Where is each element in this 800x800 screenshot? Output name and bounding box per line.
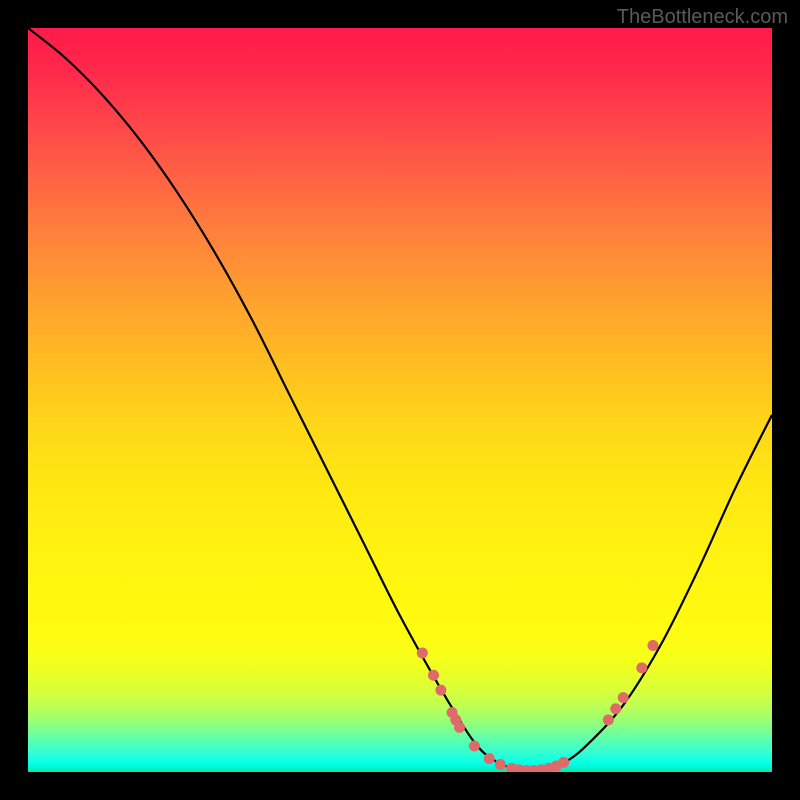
- data-marker: [495, 759, 506, 770]
- data-marker: [636, 662, 647, 673]
- bottleneck-curve-line: [28, 28, 772, 772]
- data-marker: [603, 714, 614, 725]
- chart-plot-area: [28, 28, 772, 772]
- data-marker: [610, 703, 621, 714]
- data-marker: [469, 740, 480, 751]
- data-marker: [618, 692, 629, 703]
- data-marker: [647, 640, 658, 651]
- watermark-text: TheBottleneck.com: [617, 6, 788, 29]
- data-marker: [558, 757, 569, 768]
- data-marker: [417, 647, 428, 658]
- chart-svg: [28, 28, 772, 772]
- data-marker: [428, 670, 439, 681]
- data-marker: [435, 685, 446, 696]
- data-marker: [484, 753, 495, 764]
- data-marker: [454, 722, 465, 733]
